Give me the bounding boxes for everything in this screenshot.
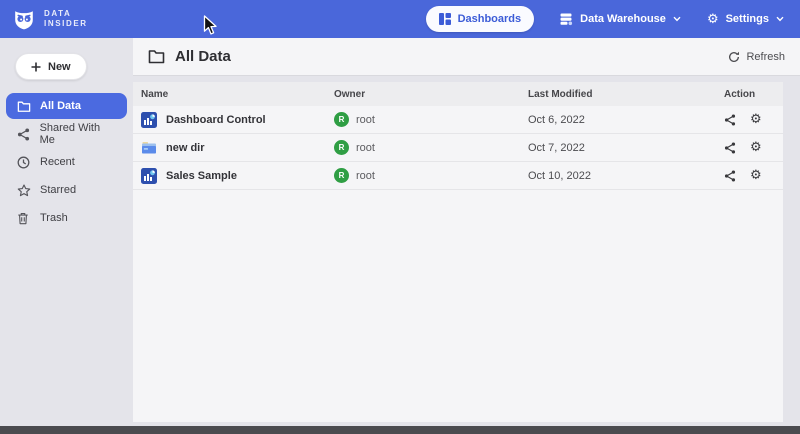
sidebar-item-trash[interactable]: Trash (6, 205, 127, 231)
column-header-name: Name (141, 89, 334, 100)
brand-logo[interactable]: DATA INSIDER (12, 7, 88, 31)
file-name: new dir (166, 142, 205, 154)
owner-avatar: R (334, 112, 349, 127)
dashboard-file-icon (141, 112, 157, 128)
sidebar-item-all-data[interactable]: All Data (6, 93, 127, 119)
content-area: Name Owner Last Modified Action (133, 76, 800, 426)
table-row[interactable]: Dashboard Control R root Oct 6, 2022 (133, 106, 783, 134)
database-icon (560, 13, 573, 26)
data-table-card: Name Owner Last Modified Action (133, 82, 783, 422)
owner-name: root (356, 170, 375, 182)
table-header-row: Name Owner Last Modified Action (133, 82, 783, 106)
owner-name: root (356, 142, 375, 154)
owner-name: root (356, 114, 375, 126)
chevron-down-icon (776, 16, 784, 22)
sidebar-menu: All Data Shared With Me (0, 93, 133, 231)
directory-icon (141, 140, 157, 156)
brand-name: DATA INSIDER (44, 9, 88, 30)
settings-action-icon[interactable]: ⚙ (750, 113, 762, 126)
column-header-last-modified: Last Modified (528, 89, 724, 100)
page-title-bar: All Data Refresh (133, 38, 800, 76)
sidebar-item-starred[interactable]: Starred (6, 177, 127, 203)
header-nav: Dashboards Data Warehouse ⚙ (426, 6, 784, 32)
share-action-icon[interactable] (724, 114, 736, 126)
settings-action-icon[interactable]: ⚙ (750, 169, 762, 182)
sidebar-item-label: Shared With Me (40, 122, 116, 146)
table-row[interactable]: new dir R root Oct 7, 2022 (133, 134, 783, 162)
refresh-icon (728, 51, 740, 63)
last-modified: Oct 10, 2022 (528, 170, 724, 182)
share-action-icon[interactable] (724, 170, 736, 182)
page-title: All Data (175, 48, 231, 65)
sidebar: New All Data (0, 38, 133, 426)
nav-data-warehouse-label: Data Warehouse (580, 13, 666, 25)
main-panel: All Data Refresh Name Own (133, 38, 800, 426)
file-name: Sales Sample (166, 170, 237, 182)
sidebar-item-label: Recent (40, 156, 75, 168)
folder-icon (17, 100, 31, 113)
sidebar-item-label: Trash (40, 212, 68, 224)
plus-icon (31, 62, 41, 72)
top-header: DATA INSIDER Dashboards (0, 0, 800, 38)
clock-icon (17, 156, 31, 169)
file-name: Dashboard Control (166, 114, 266, 126)
owner-avatar: R (334, 140, 349, 155)
settings-action-icon[interactable]: ⚙ (750, 141, 762, 154)
chevron-down-icon (673, 16, 681, 22)
nav-settings-label: Settings (726, 13, 769, 25)
nav-dashboards-button[interactable]: Dashboards (426, 6, 535, 32)
refresh-button[interactable]: Refresh (728, 51, 785, 63)
table-row[interactable]: Sales Sample R root Oct 10, 2022 (133, 162, 783, 190)
owl-logo-icon (12, 7, 36, 31)
sidebar-item-recent[interactable]: Recent (6, 149, 127, 175)
window-bottom-edge (0, 426, 800, 434)
new-button-label: New (48, 61, 71, 73)
trash-icon (17, 212, 31, 225)
star-icon (17, 184, 31, 197)
owner-avatar: R (334, 168, 349, 183)
share-icon (17, 128, 31, 141)
folder-icon (148, 49, 165, 64)
nav-dashboards-label: Dashboards (458, 13, 522, 25)
nav-settings-button[interactable]: ⚙ Settings (707, 13, 784, 26)
column-header-action: Action (724, 89, 775, 100)
gear-icon: ⚙ (707, 13, 719, 26)
new-button[interactable]: New (15, 53, 87, 80)
dashboard-file-icon (141, 168, 157, 184)
sidebar-item-shared-with-me[interactable]: Shared With Me (6, 121, 127, 147)
last-modified: Oct 7, 2022 (528, 142, 724, 154)
sidebar-item-label: All Data (40, 100, 81, 112)
refresh-label: Refresh (746, 51, 785, 63)
column-header-owner: Owner (334, 89, 528, 100)
app-window: DATA INSIDER Dashboards (0, 0, 800, 434)
last-modified: Oct 6, 2022 (528, 114, 724, 126)
nav-data-warehouse-button[interactable]: Data Warehouse (560, 13, 681, 26)
dashboards-grid-icon (439, 13, 451, 25)
share-action-icon[interactable] (724, 142, 736, 154)
sidebar-item-label: Starred (40, 184, 76, 196)
